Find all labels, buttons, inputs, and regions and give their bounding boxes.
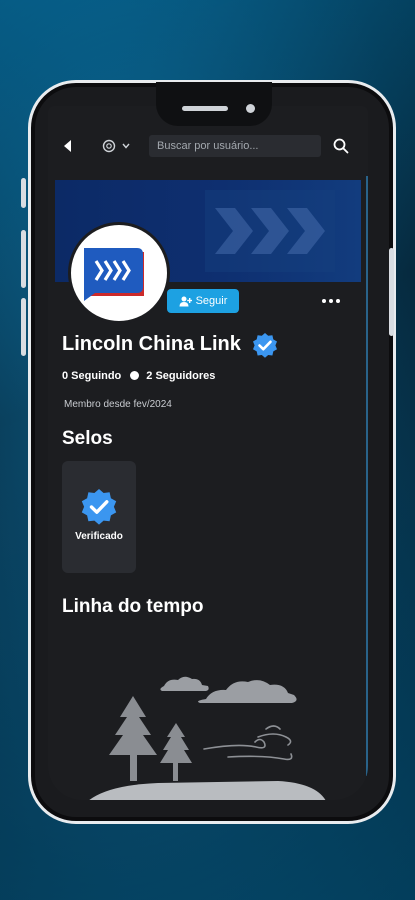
company-logo [84, 248, 144, 301]
separator-dot [130, 370, 140, 380]
search-input[interactable] [149, 135, 321, 157]
member-since: Membro desde fev/2024 [64, 399, 172, 410]
side-button [21, 298, 26, 356]
back-arrow-icon[interactable] [60, 138, 76, 154]
phone-speaker [182, 106, 228, 111]
profile-stats: 0 Seguindo 2 Seguidores [62, 370, 215, 382]
scrollbar[interactable] [366, 176, 368, 776]
app-screen: Seguir Lincoln China Link 0 Seguindo 2 Se… [48, 106, 368, 800]
follow-button-label: Seguir [195, 295, 228, 307]
add-user-icon [179, 296, 192, 306]
side-button [21, 178, 26, 208]
follow-button[interactable]: Seguir [167, 289, 239, 313]
following-count[interactable]: 0 Seguindo [62, 370, 121, 382]
phone-camera [246, 104, 255, 113]
badge-card[interactable]: Verificado [62, 461, 136, 573]
phone-notch [156, 82, 272, 126]
timeline-section-title: Linha do tempo [62, 596, 204, 617]
verified-badge-icon [253, 333, 277, 358]
followers-count[interactable]: 2 Seguidores [146, 370, 215, 382]
badge-label: Verificado [75, 531, 123, 542]
more-options-icon[interactable] [320, 297, 342, 305]
chevron-down-icon [122, 143, 130, 149]
empty-timeline-illustration [89, 676, 326, 800]
badges-section-title: Selos [62, 428, 113, 449]
side-button [389, 248, 394, 336]
globe-icon [102, 139, 116, 153]
search-icon[interactable] [332, 137, 350, 155]
side-button [21, 230, 26, 288]
profile-name: Lincoln China Link [62, 333, 241, 355]
verified-check-icon [81, 489, 117, 525]
profile-avatar[interactable] [68, 222, 170, 324]
top-bar [48, 128, 368, 164]
language-selector[interactable] [102, 138, 130, 154]
